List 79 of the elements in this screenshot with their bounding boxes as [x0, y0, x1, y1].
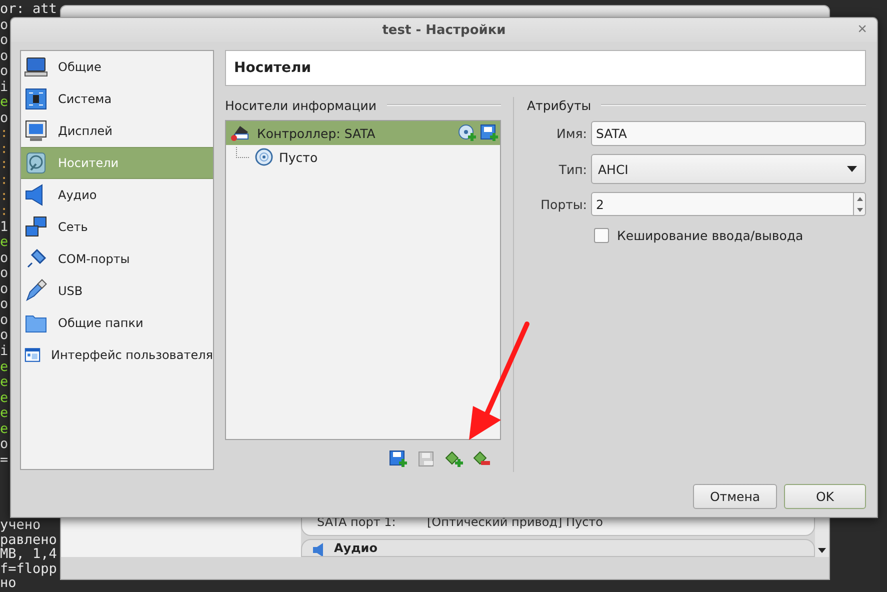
terminal-line: o	[0, 18, 8, 34]
dialog-button[interactable]: Отмена	[693, 484, 777, 509]
field-label: Порты:	[540, 196, 587, 212]
terminal-line: i	[0, 344, 8, 360]
section-header[interactable]: Аудио	[301, 539, 815, 557]
terminal-line: o	[0, 110, 8, 126]
detail-value: [Оптический привод] Пусто	[427, 515, 604, 529]
speaker-icon	[312, 543, 326, 556]
terminal-line: e	[0, 375, 8, 391]
terminal-line: равлено	[0, 532, 57, 548]
terminal-line: =	[0, 452, 8, 468]
spin-up-icon[interactable]	[856, 196, 862, 200]
terminal-line: e	[0, 235, 8, 251]
scroll-down-icon[interactable]	[818, 548, 826, 553]
terminal-line: e	[0, 406, 8, 422]
chip-icon	[24, 87, 48, 111]
dialog-button[interactable]: OK	[784, 484, 866, 509]
spin-down-icon[interactable]	[856, 208, 862, 212]
terminal-line: :	[0, 204, 8, 220]
terminal-line: e	[0, 390, 8, 406]
terminal-line: o	[0, 48, 8, 64]
network-icon	[24, 215, 48, 239]
sidebar-item[interactable]: USB	[21, 275, 213, 307]
sidebar-item[interactable]: Система	[21, 83, 213, 115]
terminal-line: MB, 1,4	[0, 547, 57, 562]
checkbox[interactable]	[594, 228, 609, 243]
terminal-line: :	[0, 157, 8, 174]
terminal-line: e	[0, 422, 8, 438]
terminal-line: o	[0, 297, 8, 313]
terminal-line: f=flopp	[0, 562, 57, 576]
terminal-line: но	[0, 576, 16, 591]
terminal-line: o	[0, 250, 8, 266]
terminal-line: or: att	[0, 2, 57, 18]
terminal-line: e	[0, 360, 8, 376]
add-disc-icon[interactable]	[458, 124, 476, 142]
name-field[interactable]: SATA	[591, 121, 866, 146]
add-attachment-icon[interactable]	[445, 450, 463, 468]
spin-buttons[interactable]	[854, 192, 866, 216]
section-title: Аудио	[334, 540, 378, 556]
monitor-icon	[24, 119, 48, 143]
laptop-icon	[24, 55, 48, 79]
sidebar-item[interactable]: Аудио	[21, 179, 213, 211]
terminal-line: :	[0, 142, 8, 158]
sidebar-item[interactable]: Сеть	[21, 211, 213, 243]
terminal-line: i	[0, 80, 8, 96]
terminal-line: o	[0, 64, 8, 80]
terminal-line: o	[0, 282, 8, 298]
terminal-line: :	[0, 173, 8, 189]
terminal-line: o	[0, 328, 8, 344]
terminal-line: :	[0, 188, 8, 204]
remove-attachment-icon[interactable]	[473, 450, 491, 468]
checkbox-label: Кеширование ввода/вывода	[617, 228, 804, 243]
sidebar-item[interactable]: Общие папки	[21, 307, 213, 339]
sidebar-item[interactable]: Интерфейс пользователя	[21, 339, 213, 371]
terminal-line: :	[0, 126, 8, 142]
field-label: Имя:	[556, 126, 587, 141]
terminal-line: o	[0, 33, 8, 49]
ports-spinbox[interactable]: 2	[591, 192, 854, 216]
terminal-line: o	[0, 266, 8, 282]
controller-row[interactable]: Контроллер: SATA	[226, 121, 500, 145]
window-title: test - Настройки	[382, 22, 506, 38]
field-label: Тип:	[558, 162, 587, 176]
sidebar-item[interactable]: Общие	[21, 51, 213, 83]
disc-icon	[255, 148, 273, 166]
terminal-line: 1	[0, 220, 8, 236]
group-heading: Атрибуты	[527, 98, 592, 112]
sidebar-item[interactable]: COM-порты	[21, 243, 213, 275]
terminal-line: o	[0, 437, 8, 453]
controller-icon	[230, 124, 250, 142]
terminal-line: o	[0, 312, 8, 328]
dropdown-arrow-icon	[847, 166, 857, 172]
terminal-line: e	[0, 95, 8, 111]
sidebar-item[interactable]: Дисплей	[21, 115, 213, 147]
add-controller-icon[interactable]	[389, 450, 407, 468]
terminal-line: учено	[0, 518, 41, 533]
type-dropdown[interactable]: AHCI	[591, 154, 866, 184]
page-title: Носители	[225, 50, 866, 86]
attachment-row[interactable]: Пусто	[226, 145, 500, 169]
group-heading: Носители информации	[225, 98, 377, 112]
